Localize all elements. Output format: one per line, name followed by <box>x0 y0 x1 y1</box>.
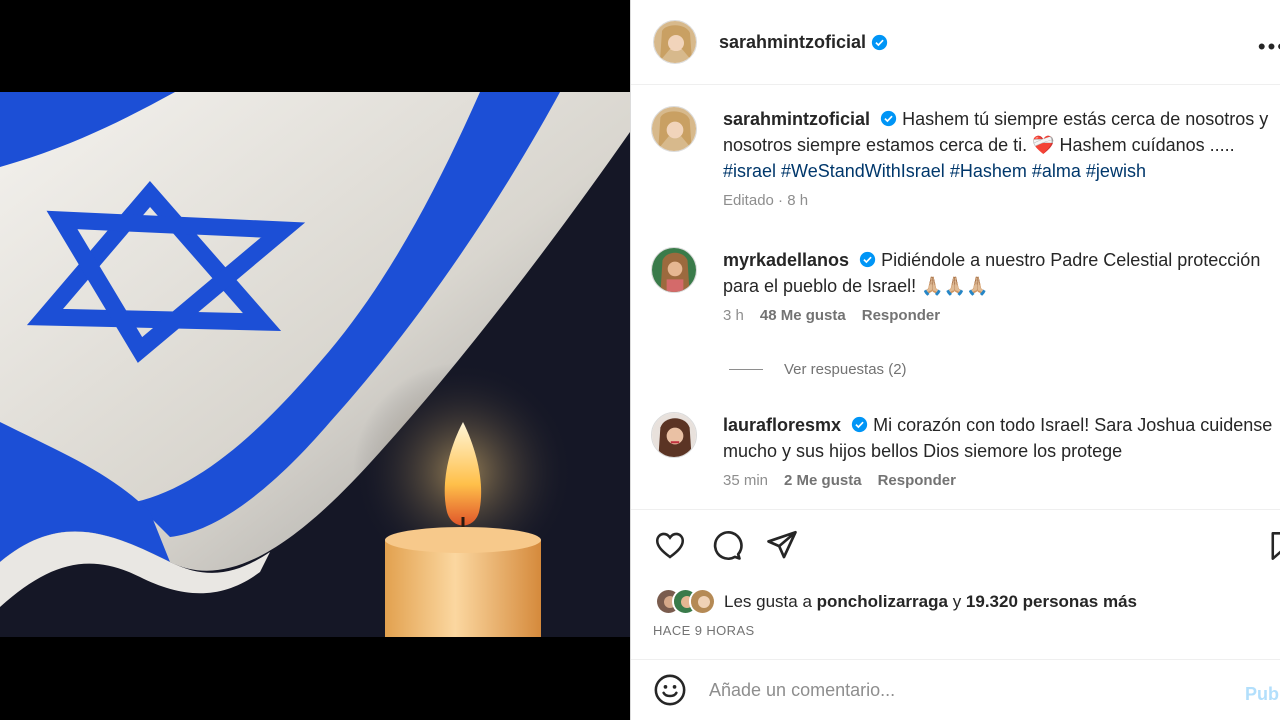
comment-likes[interactable]: 2 Me gusta <box>784 472 862 489</box>
add-comment-bar: Añade un comentario... Publi <box>631 659 1280 720</box>
comment-input[interactable]: Añade un comentario... <box>709 680 895 701</box>
comment-time: 35 min <box>723 472 769 489</box>
post-image <box>0 92 630 637</box>
author-avatar[interactable] <box>653 20 697 64</box>
hashtag-alma[interactable]: #alma <box>1032 161 1081 181</box>
hashtag-israel[interactable]: #israel <box>723 161 776 181</box>
view-replies-label: Ver respuestas (2) <box>784 361 907 378</box>
commenter-avatar[interactable] <box>651 247 697 293</box>
likes-count[interactable]: 19.320 personas más <box>966 592 1137 612</box>
comment-item: myrkadellanos Pidiéndole a nuestro Padre… <box>651 247 1280 324</box>
comment-item: laurafloresmx Mi corazón con todo Israel… <box>651 412 1280 489</box>
verified-badge-icon <box>871 34 888 50</box>
paper-plane-icon[interactable] <box>765 528 799 562</box>
caption-username[interactable]: sarahmintzoficial <box>723 109 870 129</box>
reply-button[interactable]: Responder <box>862 307 940 324</box>
liker-avatar <box>689 588 716 615</box>
comment-username[interactable]: myrkadellanos <box>723 250 849 270</box>
actions-divider <box>631 509 1280 510</box>
verified-badge-icon <box>859 251 876 268</box>
post-details-panel: sarahmintzoficial ••• sarahmintzoficial … <box>630 0 1280 720</box>
commenter-avatar[interactable] <box>651 412 697 458</box>
reply-button[interactable]: Responder <box>878 472 956 489</box>
hashtag-westandwithisrael[interactable]: #WeStandWithIsrael <box>781 161 945 181</box>
heart-icon[interactable] <box>653 528 687 562</box>
hashtag-hashem[interactable]: #Hashem <box>950 161 1027 181</box>
more-options-icon[interactable]: ••• <box>1258 34 1280 60</box>
caption-author-avatar[interactable] <box>651 106 697 152</box>
liker-avatars <box>655 588 716 615</box>
post-actions <box>653 528 799 562</box>
verified-badge-icon <box>851 416 868 433</box>
post-timestamp[interactable]: HACE 9 HORAS <box>653 623 755 638</box>
replies-divider <box>729 369 763 370</box>
view-replies-button[interactable]: Ver respuestas (2) <box>729 361 907 378</box>
comment-bubble-icon[interactable] <box>709 528 743 562</box>
verified-badge-icon <box>880 110 897 127</box>
comment-username[interactable]: laurafloresmx <box>723 415 841 435</box>
post-media[interactable] <box>0 0 630 720</box>
comment-likes[interactable]: 48 Me gusta <box>760 307 846 324</box>
bookmark-icon[interactable] <box>1270 531 1280 561</box>
post-caption: sarahmintzoficial Hashem tú siempre está… <box>651 106 1280 209</box>
israel-flag-candle-illustration <box>0 92 630 637</box>
post-header: sarahmintzoficial ••• <box>631 0 1280 85</box>
liker-username[interactable]: poncholizarraga <box>817 592 948 612</box>
author-username[interactable]: sarahmintzoficial <box>719 32 866 53</box>
hashtag-jewish[interactable]: #jewish <box>1086 161 1146 181</box>
likes-summary[interactable]: Les gusta a poncholizarraga y 19.320 per… <box>655 588 1137 615</box>
caption-edited-time: Editado · 8 h <box>723 192 809 209</box>
likes-connector: y <box>952 591 962 611</box>
publish-button[interactable]: Publi <box>1245 684 1280 705</box>
comment-time: 3 h <box>723 307 744 324</box>
emoji-smile-icon[interactable] <box>653 673 687 707</box>
likes-prefix: Les gusta a <box>724 591 812 611</box>
